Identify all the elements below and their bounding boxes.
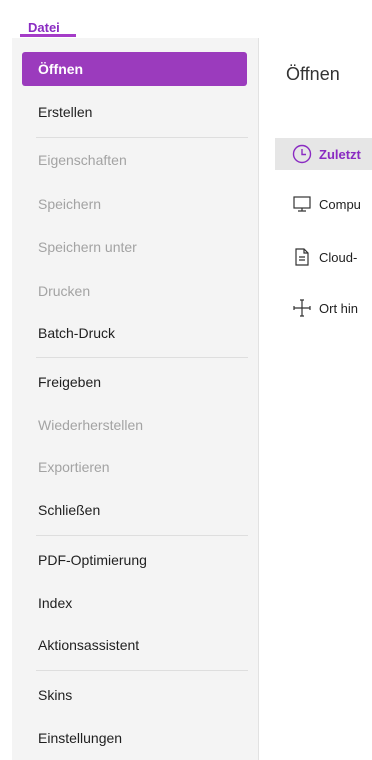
location-label: Zuletzt — [319, 146, 361, 162]
sidebar-item-export[interactable]: Exportieren — [22, 450, 247, 484]
document-icon — [291, 246, 313, 268]
location-add-place[interactable]: Ort hin — [275, 292, 372, 324]
plus-icon — [291, 297, 313, 319]
location-label: Cloud- — [319, 249, 358, 265]
sidebar-divider — [36, 670, 248, 671]
sidebar-item-share[interactable]: Freigeben — [22, 365, 247, 399]
sidebar-item-batch-print[interactable]: Batch-Druck — [22, 316, 247, 350]
sidebar-item-skins[interactable]: Skins — [22, 678, 247, 712]
sidebar-divider — [36, 137, 248, 138]
sidebar-item-restore[interactable]: Wiederherstellen — [22, 408, 247, 442]
sidebar-divider — [36, 357, 248, 358]
location-cloud[interactable]: Cloud- — [275, 241, 372, 273]
file-tab-underline — [20, 34, 76, 37]
sidebar-item-action-wizard[interactable]: Aktionsassistent — [22, 628, 247, 662]
sidebar-item-settings[interactable]: Einstellungen — [22, 721, 247, 755]
clock-icon — [291, 143, 313, 165]
sidebar-divider — [36, 535, 248, 536]
sidebar-item-pdf-optimization[interactable]: PDF-Optimierung — [22, 543, 247, 577]
open-panel: Öffnen Zuletzt Compu Cloud- Ort hin — [259, 38, 372, 760]
sidebar-item-create[interactable]: Erstellen — [22, 95, 247, 129]
sidebar-item-close[interactable]: Schließen — [22, 493, 247, 527]
top-bar: Datei — [0, 0, 372, 38]
sidebar-item-properties[interactable]: Eigenschaften — [22, 143, 247, 177]
page-title: Öffnen — [286, 64, 340, 84]
file-tab[interactable]: Datei — [28, 20, 60, 35]
sidebar-item-save-as[interactable]: Speichern unter — [22, 230, 247, 264]
file-menu-sidebar: Öffnen Erstellen Eigenschaften Speichern… — [12, 38, 259, 760]
location-computer[interactable]: Compu — [275, 188, 372, 220]
monitor-icon — [291, 193, 313, 215]
sidebar-item-print[interactable]: Drucken — [22, 274, 247, 308]
location-recent[interactable]: Zuletzt — [275, 138, 372, 170]
sidebar-item-index[interactable]: Index — [22, 586, 247, 620]
sidebar-item-save[interactable]: Speichern — [22, 187, 247, 221]
location-label: Ort hin — [319, 300, 359, 316]
location-label: Compu — [319, 196, 361, 212]
sidebar-item-open[interactable]: Öffnen — [22, 52, 247, 86]
